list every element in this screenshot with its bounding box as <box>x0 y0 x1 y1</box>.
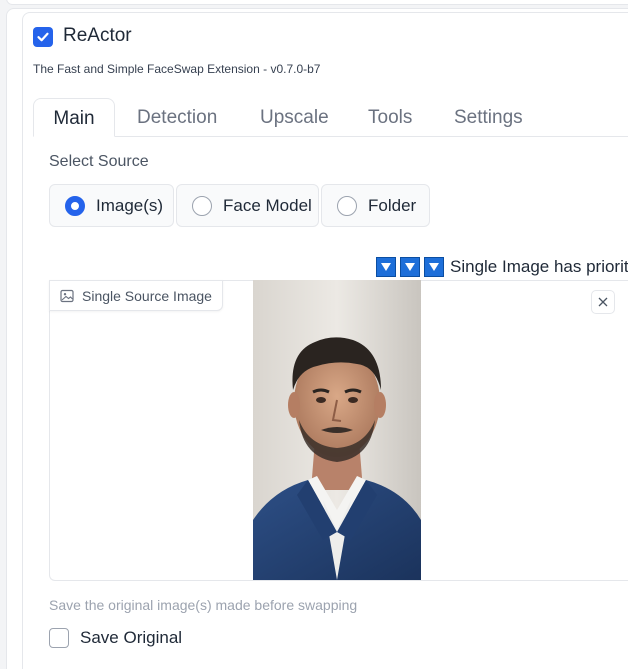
checkmark-icon <box>37 32 49 42</box>
extension-title[interactable]: ReActor <box>63 25 132 47</box>
source-option-label: Image(s) <box>96 195 164 215</box>
save-original-checkbox[interactable] <box>49 628 69 648</box>
source-option-label: Face Model <box>223 195 312 215</box>
tab-main[interactable]: Main <box>33 98 115 137</box>
close-icon <box>598 297 608 307</box>
down-triangle-icon <box>424 257 444 277</box>
tab-detection[interactable]: Detection <box>137 98 217 137</box>
tab-tools[interactable]: Tools <box>368 98 412 137</box>
down-triangle-icon <box>376 257 396 277</box>
image-label-text: Single Source Image <box>82 287 212 304</box>
save-original-description: Save the original image(s) made before s… <box>49 597 358 613</box>
clear-image-button[interactable] <box>591 290 615 314</box>
source-option-label: Folder <box>368 195 417 215</box>
previous-panel-edge <box>6 0 628 5</box>
radio-unselected-icon <box>192 195 212 216</box>
down-triangle-icon <box>400 257 420 277</box>
extension-subtitle: The Fast and Simple FaceSwap Extension -… <box>33 62 321 76</box>
select-source-label: Select Source <box>49 153 149 170</box>
single-source-image-label: Single Source Image <box>49 280 223 311</box>
source-option-folder[interactable]: Folder <box>321 184 430 227</box>
tab-bar: Main Detection Upscale Tools Settings <box>33 98 628 137</box>
source-face-image <box>253 280 421 580</box>
enable-reactor-checkbox[interactable] <box>33 27 53 47</box>
tab-upscale[interactable]: Upscale <box>260 98 329 137</box>
source-option-images[interactable]: Image(s) <box>49 184 174 227</box>
image-icon <box>60 289 74 302</box>
source-option-face-model[interactable]: Face Model <box>176 184 319 227</box>
radio-unselected-icon <box>337 195 357 216</box>
priority-note: Single Image has priority <box>450 257 628 276</box>
radio-selected-icon <box>65 195 85 216</box>
tab-settings[interactable]: Settings <box>454 98 523 137</box>
save-original-label[interactable]: Save Original <box>80 628 182 648</box>
